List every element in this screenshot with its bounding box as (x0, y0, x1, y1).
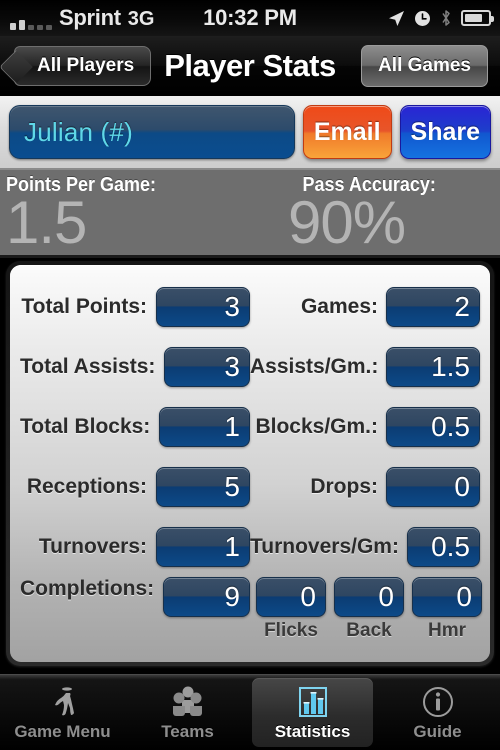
stat-value-box[interactable]: 0.5 (406, 527, 480, 567)
all-games-label: All Games (378, 54, 471, 76)
stat-row: Total Blocks: 1 Blocks/Gm.: 0.5 (20, 397, 480, 457)
back-button-all-players[interactable]: All Players (14, 45, 152, 86)
stat-label: Receptions: (26, 475, 147, 498)
stat-label: Turnovers/Gm: (250, 535, 399, 558)
points-per-game-cell: Points Per Game: 1.5 (0, 170, 253, 255)
info-circle-icon (421, 684, 455, 720)
stat-label: Turnovers: (38, 535, 147, 558)
people-group-icon (170, 684, 206, 720)
tab-label: Guide (413, 721, 462, 741)
completions-row: Completions: 9 0 Flicks 0 Back 0 Hmr (20, 577, 482, 642)
bar-chart-icon (297, 684, 329, 720)
stat-value-box[interactable]: 1 (159, 407, 250, 447)
share-button-label: Share (410, 117, 480, 146)
stat-cell-assists-per-game: Assists/Gm.: 1.5 (250, 347, 480, 387)
tab-teams[interactable]: Teams (127, 678, 248, 747)
stat-row: Total Assists: 3 Assists/Gm.: 1.5 (20, 337, 480, 397)
tab-bar: Game Menu Teams Statistics Guide (0, 674, 500, 750)
tab-game-menu[interactable]: Game Menu (2, 678, 123, 747)
player-throwing-disc-icon (46, 684, 80, 720)
pass-accuracy-cell: Pass Accuracy: 90% (253, 170, 500, 255)
throw-label: Back (346, 620, 392, 641)
stat-cell-turnovers-per-game: Turnovers/Gm: 0.5 (250, 527, 480, 567)
stat-value-box[interactable]: 5 (156, 467, 250, 507)
tab-label: Statistics (274, 721, 351, 741)
throw-type-group: 0 Flicks 0 Back 0 Hmr (250, 577, 482, 642)
stat-row: Receptions: 5 Drops: 0 (20, 457, 480, 517)
status-bar-clock: 10:32 PM (203, 5, 297, 30)
stat-cell-games: Games: 2 (250, 287, 480, 327)
summary-bar: Points Per Game: 1.5 Pass Accuracy: 90% (0, 170, 500, 258)
stat-label: Drops: (310, 475, 378, 498)
stat-cell-total-assists: Total Assists: 3 (20, 347, 250, 387)
battery-icon (461, 10, 494, 26)
throw-value-box[interactable]: 0 (256, 577, 326, 617)
stat-row: Total Points: 3 Games: 2 (20, 277, 480, 337)
stat-value-box[interactable]: 9 (163, 577, 250, 617)
stat-value-box[interactable]: 1.5 (386, 347, 480, 387)
player-action-row: Julian (#) Email Share (0, 96, 500, 170)
stats-card-frame: Total Points: 3 Games: 2 Total Assists: … (6, 261, 494, 666)
stat-value-box[interactable]: 3 (156, 287, 250, 327)
stats-card: Total Points: 3 Games: 2 Total Assists: … (10, 265, 490, 662)
throw-type-back: 0 Back (334, 577, 404, 642)
throw-label: Flicks (264, 620, 318, 641)
throw-value-box[interactable]: 0 (334, 577, 404, 617)
navigation-bar: All Players Player Stats All Games (0, 36, 500, 96)
stat-cell-completions: Completions: 9 (20, 577, 250, 617)
stat-row: Turnovers: 1 Turnovers/Gm: 0.5 (20, 517, 480, 577)
stat-cell-blocks-per-game: Blocks/Gm.: 0.5 (250, 407, 480, 447)
email-button-label: Email (313, 117, 381, 146)
app-screen: Sprint 3G 10:32 PM All Players Player St… (0, 0, 500, 750)
share-button[interactable]: Share (399, 105, 491, 159)
stat-cell-turnovers: Turnovers: 1 (20, 527, 250, 567)
throw-value-box[interactable]: 0 (412, 577, 482, 617)
back-button-label: All Players (37, 54, 135, 76)
pass-accuracy-value: 90% (288, 189, 406, 256)
tab-label: Teams (161, 721, 214, 741)
stat-label: Games: (300, 295, 378, 318)
email-button[interactable]: Email (302, 105, 392, 159)
throw-type-hammer: 0 Hmr (412, 577, 482, 642)
stat-label: Total Assists: (20, 355, 156, 378)
player-name-field[interactable]: Julian (#) (9, 105, 295, 159)
stat-label: Total Points: (21, 295, 147, 318)
stat-value-box[interactable]: 1 (156, 527, 250, 567)
stat-cell-total-blocks: Total Blocks: 1 (20, 407, 250, 447)
stat-value-box[interactable]: 2 (386, 287, 480, 327)
points-per-game-label: Points Per Game: (6, 174, 157, 196)
stat-label: Blocks/Gm.: (255, 415, 378, 438)
throw-label: Hmr (427, 620, 466, 641)
stat-label: Total Blocks: (20, 415, 151, 438)
stat-value-box[interactable]: 0.5 (386, 407, 480, 447)
stat-cell-drops: Drops: 0 (250, 467, 480, 507)
stat-cell-receptions: Receptions: 5 (20, 467, 250, 507)
throw-type-flicks: 0 Flicks (256, 577, 326, 642)
stat-label: Assists/Gm.: (250, 355, 379, 378)
stat-value-box[interactable]: 0 (386, 467, 480, 507)
stat-value-box[interactable]: 3 (164, 347, 250, 387)
all-games-button[interactable]: All Games (361, 44, 488, 87)
pass-accuracy-label: Pass Accuracy: (302, 174, 436, 196)
tab-guide[interactable]: Guide (377, 678, 498, 747)
points-per-game-value: 1.5 (6, 189, 87, 256)
tab-statistics[interactable]: Statistics (252, 678, 373, 747)
stat-cell-total-points: Total Points: 3 (20, 287, 250, 327)
stat-label: Completions: (20, 577, 155, 600)
tab-label: Game Menu (14, 721, 111, 741)
status-bar: Sprint 3G 10:32 PM (0, 0, 500, 36)
